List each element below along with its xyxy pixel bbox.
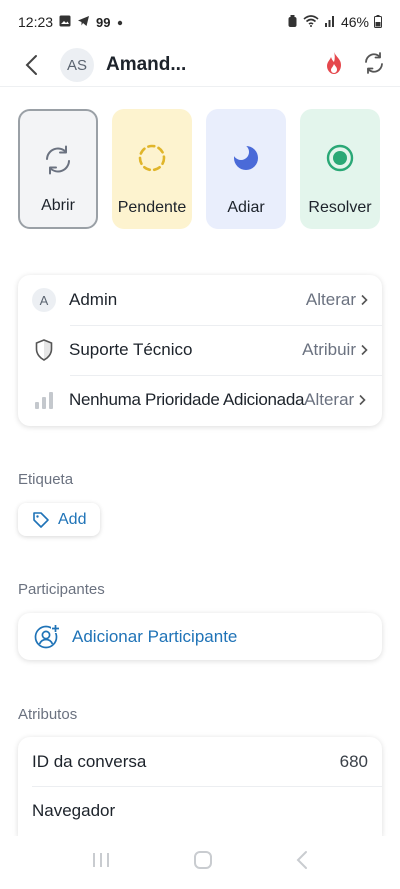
dashed-circle-icon: [138, 144, 166, 172]
resolve-label: Resolver: [308, 199, 372, 216]
priority-row[interactable]: Nenhuma Prioridade Adicionada Alterar: [18, 375, 382, 425]
assignee-name: Admin: [69, 290, 118, 309]
assignee-change-button[interactable]: Alterar: [306, 290, 368, 310]
assignee-avatar: A: [32, 288, 56, 312]
add-label-text: Add: [58, 510, 87, 528]
dot-icon: [117, 16, 123, 28]
telegram-icon: [77, 15, 90, 29]
pending-button[interactable]: Pendente: [112, 109, 192, 229]
snooze-button[interactable]: Adiar: [206, 109, 286, 229]
status-actions: Abrir Pendente Adiar Resolver: [18, 109, 382, 231]
moon-icon: [233, 144, 258, 170]
recents-icon[interactable]: [91, 851, 111, 874]
refresh-icon: [46, 145, 70, 175]
header-divider: [0, 86, 400, 87]
pending-label: Pendente: [117, 199, 187, 216]
home-icon[interactable]: [193, 850, 213, 875]
attribute-row: ID da conversa 680: [18, 737, 382, 786]
signal-icon: [324, 15, 336, 29]
battery-icon: [374, 14, 382, 30]
attributes-card: ID da conversa 680 Navegador: [18, 737, 382, 837]
gallery-icon: [59, 15, 71, 29]
conversation-meta-card: A Admin Alterar Suporte Técnico Atribuir…: [18, 275, 382, 426]
status-bar: 12:23 99 46%: [0, 0, 400, 44]
contact-avatar[interactable]: AS: [60, 48, 94, 82]
participants-section-title: Participantes: [18, 581, 105, 598]
wifi-icon: [303, 15, 319, 29]
team-assign-button[interactable]: Atribuir: [302, 340, 368, 360]
system-nav-bar: [0, 836, 400, 889]
contact-name[interactable]: Amand...: [106, 54, 324, 76]
priority-change-button[interactable]: Alterar: [304, 390, 366, 410]
fire-icon[interactable]: [324, 51, 344, 80]
chevron-right-icon: [359, 394, 366, 406]
open-label: Abrir: [41, 197, 75, 214]
shield-icon: [32, 338, 56, 362]
team-row[interactable]: Suporte Técnico Atribuir: [18, 325, 382, 375]
assignee-row[interactable]: A Admin Alterar: [18, 275, 382, 325]
attribute-label: ID da conversa: [32, 751, 147, 771]
attribute-row: Navegador: [18, 786, 382, 835]
chevron-right-icon: [361, 344, 368, 356]
attributes-section-title: Atributos: [18, 706, 78, 723]
add-participant-text: Adicionar Participante: [72, 626, 238, 646]
add-participant-button[interactable]: Adicionar Participante: [18, 613, 382, 660]
attribute-label: Navegador: [32, 800, 116, 820]
back-nav-icon[interactable]: [295, 850, 309, 875]
open-button[interactable]: Abrir: [18, 109, 98, 229]
battery-percent: 46%: [340, 14, 369, 30]
resolve-button[interactable]: Resolver: [300, 109, 380, 229]
refresh-icon[interactable]: [362, 51, 386, 80]
notif-count: 99: [96, 14, 111, 30]
alarm-icon: [287, 14, 298, 30]
chevron-left-icon: [25, 55, 37, 75]
conversation-header: AS Amand...: [0, 44, 400, 86]
target-icon: [326, 144, 354, 172]
add-label-button[interactable]: Add: [18, 503, 101, 536]
attribute-value: 680: [339, 751, 368, 771]
priority-label: Nenhuma Prioridade Adicionada: [69, 390, 305, 409]
labels-section-title: Etiqueta: [18, 471, 74, 488]
back-button[interactable]: [14, 48, 48, 82]
team-name: Suporte Técnico: [69, 340, 193, 359]
status-time: 12:23: [18, 14, 54, 30]
snooze-label: Adiar: [227, 199, 265, 216]
chevron-right-icon: [361, 294, 368, 306]
signal-bars-icon: [32, 388, 56, 412]
add-user-icon: [34, 623, 60, 648]
tag-icon: [33, 511, 49, 528]
